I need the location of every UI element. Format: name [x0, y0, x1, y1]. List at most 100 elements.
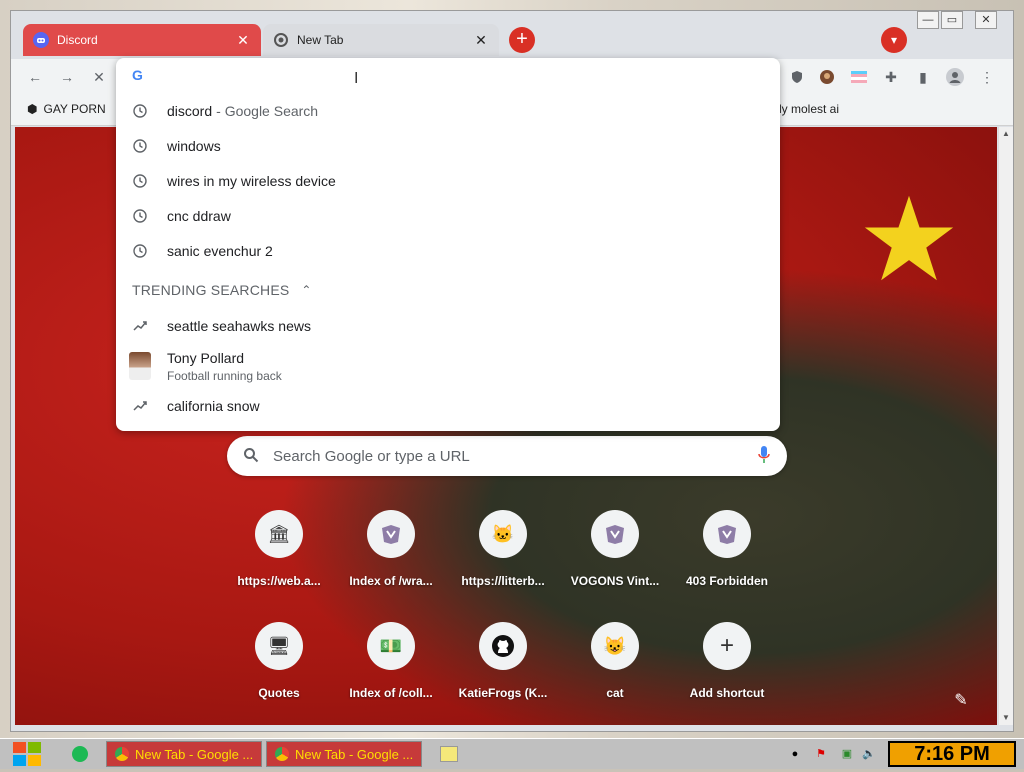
start-button[interactable] — [10, 739, 44, 769]
forward-icon[interactable]: → — [57, 67, 77, 87]
shortcut-label: Quotes — [258, 686, 300, 700]
back-icon[interactable]: ← — [25, 67, 45, 87]
history-icon — [132, 243, 148, 259]
speaker-icon[interactable]: 🔈 — [862, 747, 876, 761]
trending-icon — [132, 318, 148, 334]
history-icon — [132, 208, 148, 224]
new-tab-button[interactable]: + — [509, 27, 535, 53]
suggestion-text: sanic evenchur 2 — [167, 243, 273, 259]
scroll-up-icon[interactable]: ▲ — [1001, 129, 1011, 139]
archive-icon: 🏛 — [255, 510, 303, 558]
page-icon — [703, 510, 751, 558]
taskbar-item-chrome[interactable]: New Tab - Google ... — [266, 741, 422, 767]
tab-new-tab[interactable]: New Tab ✕ — [263, 24, 499, 56]
shortcut-label: KatieFrogs (K... — [458, 686, 548, 700]
puzzle-icon[interactable]: ✚ — [881, 67, 901, 87]
flag-extension-icon[interactable] — [849, 67, 869, 87]
suggestion-text: cnc ddraw — [167, 208, 231, 224]
window-close-button[interactable]: ✕ — [975, 11, 997, 29]
spotify-icon[interactable] — [72, 746, 88, 762]
extension-avatar-icon[interactable] — [817, 67, 837, 87]
stop-icon[interactable]: ✕ — [89, 67, 109, 87]
suggestion-text: windows — [167, 138, 221, 154]
close-icon[interactable]: ✕ — [235, 32, 251, 48]
bookmark-label: GAY PORN — [43, 102, 106, 116]
trending-row[interactable]: Tony Pollard Football running back — [116, 346, 780, 386]
chrome-icon — [275, 747, 289, 761]
suggestion-row[interactable]: discord - Google Search — [116, 94, 780, 128]
shortcut-label: https://litterb... — [461, 574, 545, 588]
tab-discord[interactable]: Discord ✕ — [23, 24, 261, 56]
suggestion-row[interactable]: windows — [116, 129, 780, 163]
trending-header-label: TRENDING SEARCHES — [132, 282, 290, 298]
shortcut-tile[interactable]: KatieFrogs (K... — [447, 622, 559, 700]
history-icon — [132, 103, 148, 119]
close-icon[interactable]: ✕ — [473, 32, 489, 48]
history-icon — [132, 138, 148, 154]
shortcut-tile[interactable]: 🖥 Quotes — [223, 622, 335, 700]
add-shortcut-button[interactable]: + Add shortcut — [671, 622, 783, 700]
scroll-down-icon[interactable]: ▼ — [1001, 713, 1011, 723]
flag-icon[interactable]: ⚑ — [814, 747, 828, 761]
discord-icon — [33, 32, 49, 48]
menu-icon[interactable]: ⋮ — [977, 67, 997, 87]
microphone-icon[interactable] — [757, 445, 771, 468]
taskbar: New Tab - Google ... New Tab - Google ..… — [0, 738, 1024, 769]
shield-icon[interactable] — [787, 67, 807, 87]
tab-label: Discord — [57, 33, 98, 47]
suggestion-row[interactable]: cnc ddraw — [116, 199, 780, 233]
bookmark-item[interactable]: ly molest ai — [779, 102, 839, 116]
trending-icon — [132, 398, 148, 414]
bookmark-label: ly molest ai — [779, 102, 840, 116]
page-scrollbar[interactable]: ▲ ▼ — [998, 127, 1013, 725]
star-graphic — [864, 195, 954, 281]
bookmark-icon: ⬢ — [27, 102, 38, 116]
suggestion-text: wires in my wireless device — [167, 173, 336, 189]
shortcut-label: Index of /wra... — [349, 574, 433, 588]
google-icon: G — [132, 67, 143, 83]
shortcut-tile[interactable]: 403 Forbidden — [671, 510, 783, 588]
suggestion-text: discord — [167, 103, 213, 119]
cat-icon: 😺 — [591, 622, 639, 670]
shortcut-tile[interactable]: Index of /wra... — [335, 510, 447, 588]
windows-logo-icon — [13, 742, 41, 766]
shortcut-label: VOGONS Vint... — [570, 574, 660, 588]
text-cursor-icon: I — [354, 70, 359, 87]
suggestion-subtext: - Google Search — [216, 103, 319, 119]
chrome-icon — [273, 32, 289, 48]
taskbar-item-label: New Tab - Google ... — [295, 746, 413, 762]
maximize-button[interactable]: ▭ — [941, 11, 963, 29]
trending-row[interactable]: california snow — [116, 389, 780, 423]
shortcut-tile[interactable]: VOGONS Vint... — [559, 510, 671, 588]
trending-row[interactable]: seattle seahawks news — [116, 309, 780, 343]
history-icon — [132, 173, 148, 189]
network-icon[interactable]: ▣ — [840, 747, 854, 761]
trending-searches-header[interactable]: TRENDING SEARCHES ⌃ — [132, 282, 312, 298]
minimize-button[interactable]: — — [917, 11, 939, 29]
page-icon — [591, 510, 639, 558]
tray-dot-icon[interactable]: ● — [788, 747, 802, 761]
customize-pencil-icon[interactable]: ✎ — [949, 689, 973, 713]
suggestion-row[interactable]: sanic evenchur 2 — [116, 234, 780, 268]
ntp-search-box[interactable]: Search Google or type a URL — [227, 436, 787, 476]
profile-icon[interactable] — [945, 67, 965, 87]
suggestion-row[interactable]: wires in my wireless device — [116, 164, 780, 198]
bookmark-item[interactable]: ⬢ GAY PORN — [27, 102, 106, 116]
notes-icon[interactable] — [440, 746, 458, 762]
taskbar-item-chrome[interactable]: New Tab - Google ... — [106, 741, 262, 767]
tab-search-button[interactable]: ▾ — [881, 27, 907, 53]
title-bar: Discord ✕ New Tab ✕ + ▾ — ▭ ✕ — [11, 11, 1013, 59]
shortcut-label: Add shortcut — [689, 686, 765, 700]
shortcut-label: cat — [606, 686, 624, 700]
avatar — [129, 352, 151, 380]
omnibox-input[interactable]: G — [116, 58, 780, 92]
side-panel-icon[interactable]: ▮ — [913, 67, 933, 87]
shortcut-tile[interactable]: 🐱 https://litterb... — [447, 510, 559, 588]
taskbar-item-label: New Tab - Google ... — [135, 746, 253, 762]
shortcut-tile[interactable]: 🏛 https://web.a... — [223, 510, 335, 588]
shortcut-tile[interactable]: 😺 cat — [559, 622, 671, 700]
shortcut-tile[interactable]: 💵 Index of /coll... — [335, 622, 447, 700]
page-icon — [367, 510, 415, 558]
clock[interactable]: 7:16 PM — [888, 741, 1016, 767]
chevron-up-icon[interactable]: ⌃ — [301, 283, 311, 297]
